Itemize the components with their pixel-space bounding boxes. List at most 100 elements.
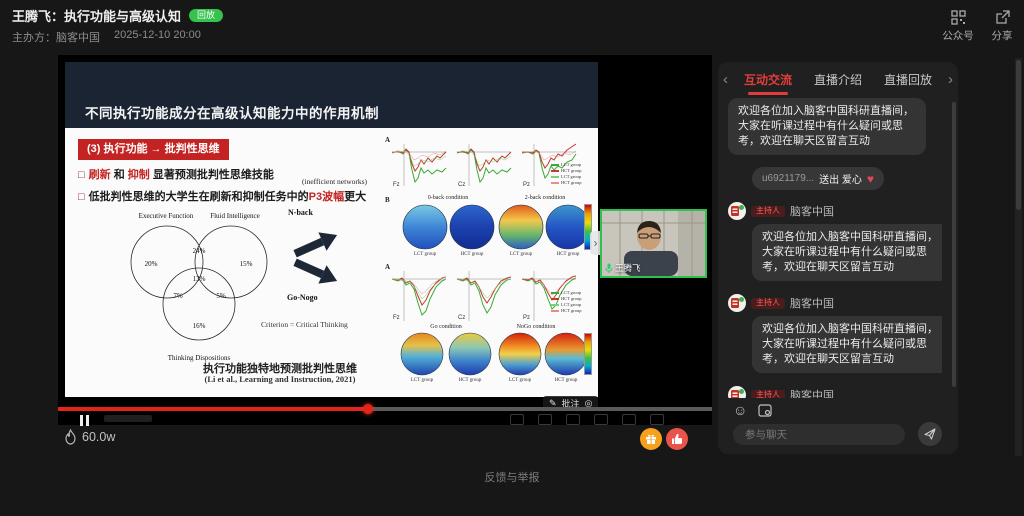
group-label: HCT group [448, 252, 496, 257]
topomap [401, 203, 449, 251]
chat-input[interactable] [733, 424, 905, 445]
pause-button[interactable] [80, 413, 92, 424]
task-arrows [287, 218, 357, 298]
gift-action: 送出 爱心 [819, 171, 862, 186]
host-name: 脑客中国 [790, 203, 834, 219]
gift-message: u6921179... 送出 爱心 ♥ [752, 167, 942, 190]
channel-label: Cz [458, 315, 465, 321]
bullet1-mid: 和 [111, 169, 128, 181]
header-subtitle: 主办方：脑客中国 2025-12-10 20:00 [12, 29, 201, 45]
group-label: LCT group [398, 378, 446, 383]
erp-plot-cz2: Cz [455, 267, 513, 325]
channel-label: Cz [458, 182, 465, 188]
tabs-scroll-left-icon[interactable]: ‹ [718, 71, 733, 88]
channel-label: Pz [523, 182, 530, 188]
anno-criterion: Criterion = Critical Thinking [261, 320, 348, 329]
emoji-icon[interactable]: ☺ [733, 403, 747, 417]
group-label: LCT group [497, 252, 545, 257]
anno-gonogo: Go-Nogo [287, 293, 318, 302]
erp-legend-nback: LCT group HCT group LCT group HCT group [551, 162, 582, 186]
chat-message: 欢迎各位加入脑客中国科研直播间，大家在听课过程中有什么疑问或思考，欢迎在聊天区留… [728, 98, 926, 155]
erp-plot-fz2: Fz [390, 267, 448, 325]
live-webinar-page: 王腾飞：执行功能与高级认知 回放 主办方：脑客中国 2025-12-10 20:… [0, 0, 1024, 516]
venn-label-ef: Executive Function [139, 212, 194, 220]
seek-bar-knob[interactable] [363, 404, 373, 414]
erp-plot-cz: Cz [455, 140, 513, 190]
webcam-name-tag: 王腾飞 [605, 262, 641, 274]
share-icon [980, 10, 1024, 25]
official-account-button[interactable]: 公众号 [936, 10, 980, 43]
chat-panel: ‹ 互动交流 直播介绍 直播回放 › 欢迎各位加入脑客中国科研直播间，大家在听课… [718, 62, 958, 454]
chat-input-area: ☺ [718, 398, 958, 454]
gift-icon [645, 433, 657, 445]
condition-label-2back: 2-back condition [510, 195, 580, 201]
thumbs-up-icon [671, 433, 683, 445]
condition-label-nogo: NoGo condition [501, 324, 571, 330]
condition-label-go: Go condition [411, 324, 481, 330]
page-scrollbar-thumb[interactable] [1016, 60, 1021, 210]
host-avatar [728, 202, 746, 220]
condition-label-0back: 0-back condition [413, 195, 483, 201]
official-account-label: 公众号 [936, 28, 980, 43]
slide-section-heading: (3) 执行功能 → 批判性思维 [78, 139, 229, 160]
player-controls-faint[interactable] [510, 414, 664, 425]
figure-label-b: B [385, 196, 390, 204]
presentation-slide: 不同执行功能成分在高级认知能力中的作用机制 (3) 执行功能 → 批判性思维 □… [65, 62, 598, 397]
speaker-name: 王腾飞 [615, 262, 641, 274]
channel-label: Fz [393, 182, 400, 188]
host-badge: 主持人 [751, 206, 785, 217]
erp-plot-fz: Fz [390, 140, 448, 190]
share-button[interactable]: 分享 [980, 10, 1024, 43]
host-label: 主办方：脑客中国 [12, 29, 100, 45]
tab-intro[interactable]: 直播介绍 [814, 71, 862, 88]
seek-bar[interactable] [58, 407, 712, 411]
qrcode-icon [936, 10, 980, 25]
bullet2-pre: 低批判性思维的大学生在刷新和抑制任务中的 [89, 191, 309, 203]
venn-label-fi: Fluid Intelligence [210, 212, 260, 220]
group-label: HCT group [446, 378, 494, 383]
bullet2-highlight: P3波幅 [309, 191, 344, 203]
chat-message-host: 主持人 脑客中国 欢迎各位加入脑客中国科研直播间，大家在听课过程中有什么疑问或思… [728, 386, 942, 398]
flame-icon [64, 429, 77, 445]
tabs-scroll-right-icon[interactable]: › [943, 71, 958, 88]
tab-interaction[interactable]: 互动交流 [744, 71, 792, 88]
slide-bullet-1: □刷新 和 抑制 显著预测批判性思维技能 [78, 166, 274, 182]
topomap [399, 331, 445, 377]
share-label: 分享 [980, 28, 1024, 43]
host-name: 脑客中国 [790, 295, 834, 311]
video-player[interactable]: 不同执行功能成分在高级认知能力中的作用机制 (3) 执行功能 → 批判性思维 □… [58, 55, 712, 425]
host-badge: 主持人 [751, 390, 785, 399]
bullet1-rest: 显著预测批判性思维技能 [150, 169, 274, 181]
tab-replay[interactable]: 直播回放 [884, 71, 932, 88]
chat-message-list[interactable]: 欢迎各位加入脑客中国科研直播间，大家在听课过程中有什么疑问或思考，欢迎在聊天区留… [728, 98, 942, 398]
microphone-icon [605, 263, 613, 273]
bullet2-post: 更大 [344, 191, 366, 203]
slide-title-bar: 不同执行功能成分在高级认知能力中的作用机制 [65, 62, 598, 128]
venn-value: 5% [216, 292, 226, 300]
like-button[interactable] [666, 428, 688, 450]
slide-citation: (Li et al., Learning and Instruction, 20… [165, 374, 395, 384]
host-name: 脑客中国 [790, 387, 834, 398]
seek-bar-played [58, 407, 368, 411]
venn-value: 24% [193, 247, 206, 255]
colorbar [584, 333, 592, 375]
group-label: LCT group [401, 252, 449, 257]
gift-user: u6921179... [762, 173, 814, 184]
send-button[interactable] [918, 422, 942, 446]
speaker-webcam[interactable]: 王腾飞 [600, 209, 707, 278]
chat-message: 欢迎各位加入脑客中国科研直播间，大家在听课过程中有什么疑问或思考，欢迎在聊天区留… [752, 316, 942, 373]
group-label: LCT group [496, 378, 544, 383]
erp-legend-gonogo: LCT group HCT group LCT group HCT group [551, 290, 582, 314]
chat-message-host: 主持人 脑客中国 欢迎各位加入脑客中国科研直播间，大家在听课过程中有什么疑问或思… [728, 294, 942, 373]
reward-button[interactable] [640, 428, 662, 450]
chat-scrollbar[interactable] [952, 102, 956, 387]
host-badge: 主持人 [751, 298, 785, 309]
chat-message-host: 主持人 脑客中国 欢迎各位加入脑客中国科研直播间，大家在听课过程中有什么疑问或思… [728, 202, 942, 281]
slide-note: (inefficient networks) [302, 177, 367, 186]
page-scrollbar[interactable] [1015, 58, 1022, 456]
stream-datetime: 2025-12-10 20:00 [114, 29, 201, 45]
time-display-faint [104, 415, 152, 422]
bullet-marker: □ [78, 169, 85, 181]
image-upload-icon[interactable] [758, 404, 772, 422]
feedback-report-link[interactable]: 反馈与举报 [0, 469, 1024, 485]
